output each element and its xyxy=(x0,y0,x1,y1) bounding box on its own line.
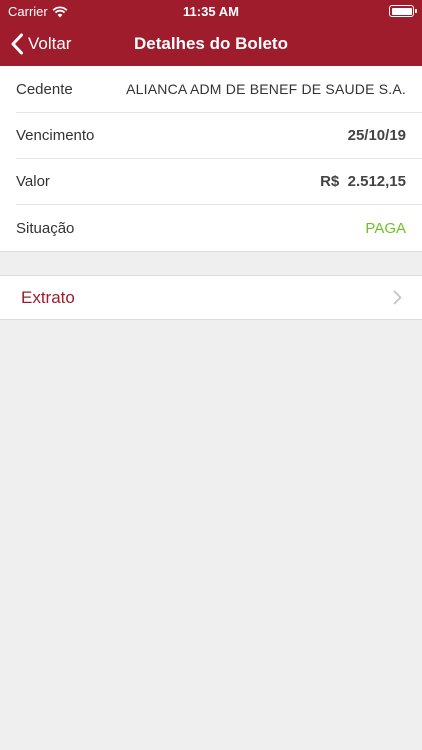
status-badge: PAGA xyxy=(365,219,406,237)
chevron-right-icon xyxy=(393,290,402,305)
battery-icon xyxy=(389,5,417,17)
cedente-value: ALIANCA ADM DE BENEF DE SAUDE S.A. xyxy=(126,81,406,97)
back-button-label: Voltar xyxy=(28,34,72,53)
vencimento-label: Vencimento xyxy=(16,127,95,144)
detail-row-cedente: Cedente ALIANCA ADM DE BENEF DE SAUDE S.… xyxy=(16,66,422,113)
valor-label: Valor xyxy=(16,173,50,190)
detail-row-vencimento: Vencimento 25/10/19 xyxy=(16,113,422,159)
cedente-label: Cedente xyxy=(16,80,73,98)
valor-value: R$ 2.512,15 xyxy=(320,173,406,190)
app-header: Carrier 11:35 AM Detalhes do Boleto Volt… xyxy=(0,0,422,66)
status-time: 11:35 AM xyxy=(183,4,239,19)
back-button[interactable]: Voltar xyxy=(10,22,71,66)
boleto-details: Cedente ALIANCA ADM DE BENEF DE SAUDE S.… xyxy=(0,66,422,252)
situacao-label: Situação xyxy=(16,219,75,237)
extrato-label: Extrato xyxy=(21,288,75,307)
navigation-bar: Detalhes do Boleto Voltar xyxy=(0,22,422,66)
chevron-left-icon xyxy=(11,33,23,55)
vencimento-value: 25/10/19 xyxy=(347,127,406,144)
detail-row-valor: Valor R$ 2.512,15 xyxy=(16,159,422,205)
status-bar: Carrier 11:35 AM xyxy=(0,0,422,22)
extrato-button[interactable]: Extrato xyxy=(0,275,422,320)
detail-row-situacao: Situação PAGA xyxy=(16,205,422,251)
